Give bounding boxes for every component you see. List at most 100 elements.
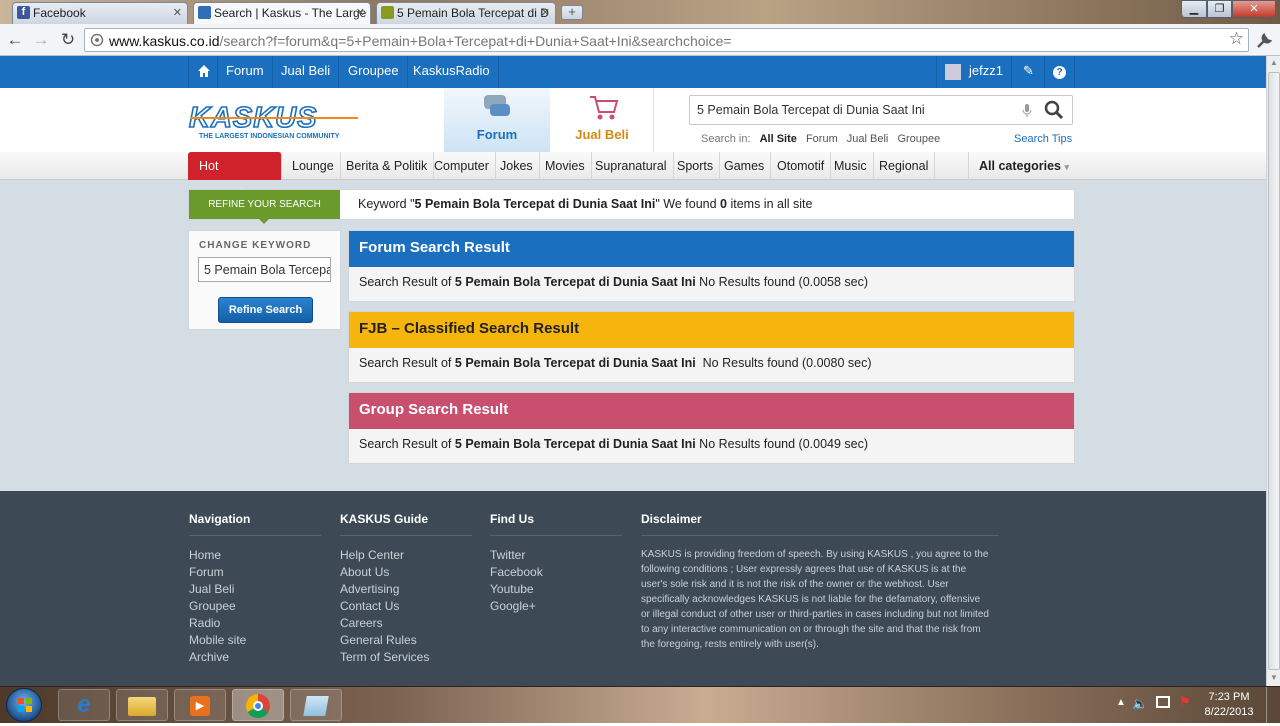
kaskus-logo[interactable]: KASKUS THE LARGEST INDONESIAN COMMUNITY <box>188 102 359 143</box>
network-icon[interactable] <box>1156 696 1170 708</box>
footer-link-groupee[interactable]: Groupee <box>189 598 246 615</box>
back-arrow-icon[interactable]: ← <box>5 30 25 50</box>
footer-link-contact-us[interactable]: Contact Us <box>340 598 429 615</box>
close-tab-icon[interactable]: ✕ <box>541 3 550 23</box>
close-tab-icon[interactable]: ✕ <box>356 3 365 23</box>
footer-link-forum[interactable]: Forum <box>189 564 246 581</box>
taskbar-chrome[interactable] <box>232 689 284 721</box>
jualbeli-tab[interactable]: Jual Beli <box>550 88 654 152</box>
reload-icon[interactable]: ↻ <box>58 30 78 50</box>
media-player-icon: ▶ <box>190 696 210 716</box>
main-search-input[interactable]: 5 Pemain Bola Tercepat di Dunia Saat Ini <box>697 103 925 117</box>
summary-count: 0 <box>720 197 727 211</box>
folder-icon <box>128 697 156 716</box>
hot-categories-tab[interactable]: Hot categories <box>188 152 282 201</box>
summary-suffix: items in all site <box>726 197 813 211</box>
search-in-forum[interactable]: Forum <box>806 133 838 145</box>
category-supranatural[interactable]: Supranatural <box>589 152 674 180</box>
footer-divider <box>340 535 472 536</box>
search-tips-link[interactable]: Search Tips <box>1014 133 1072 145</box>
new-tab-button[interactable]: + <box>561 5 583 20</box>
shopping-cart-icon <box>590 96 619 120</box>
search-in-jual-beli[interactable]: Jual Beli <box>847 133 889 145</box>
footer-link-archive[interactable]: Archive <box>189 649 246 666</box>
forward-arrow-icon[interactable]: → <box>31 30 51 50</box>
close-window-button[interactable]: ✕ <box>1232 0 1276 18</box>
category-regional[interactable]: Regional <box>873 152 936 180</box>
system-clock[interactable]: 7:23 PM 8/22/2013 <box>1198 690 1260 720</box>
wrench-menu-icon[interactable] <box>1255 32 1273 50</box>
topnav-kaskusradio[interactable]: KaskusRadio <box>405 56 499 88</box>
address-bar[interactable]: www.kaskus.co.id/search?f=forum&q=5+Pema… <box>84 28 1249 52</box>
tab-article[interactable]: 5 Pemain Bola Tercepat di D ✕ <box>376 2 556 24</box>
category-games[interactable]: Games <box>718 152 772 180</box>
search-icon[interactable] <box>1044 100 1064 120</box>
footer-link-help-center[interactable]: Help Center <box>340 547 429 564</box>
help-icon[interactable]: ? <box>1045 56 1075 88</box>
taskbar-notepad[interactable] <box>290 689 342 721</box>
user-menu[interactable]: jefzz1 <box>936 56 1012 88</box>
tab-kaskus-search[interactable]: Search | Kaskus - The Large ✕ <box>193 2 371 25</box>
taskbar-media-player[interactable]: ▶ <box>174 689 226 721</box>
refine-your-search-tab[interactable]: REFINE YOUR SEARCH <box>189 190 340 219</box>
footer-link-mobile-site[interactable]: Mobile site <box>189 632 246 649</box>
search-in-groupee[interactable]: Groupee <box>897 133 940 145</box>
footer-link-careers[interactable]: Careers <box>340 615 429 632</box>
action-center-flag-icon[interactable]: ⚑ <box>1179 694 1191 710</box>
maximize-button[interactable]: ❐ <box>1207 0 1232 18</box>
topnav-groupee[interactable]: Groupee <box>340 56 408 88</box>
category-berita-politik[interactable]: Berita & Politik <box>340 152 435 180</box>
refine-search-button[interactable]: Refine Search <box>218 297 313 323</box>
footer-link-facebook[interactable]: Facebook <box>490 564 543 581</box>
footer-link-advertising[interactable]: Advertising <box>340 581 429 598</box>
main-search-box[interactable]: 5 Pemain Bola Tercepat di Dunia Saat Ini <box>689 95 1073 125</box>
footer-link-radio[interactable]: Radio <box>189 615 246 632</box>
footer-link-jual-beli[interactable]: Jual Beli <box>189 581 246 598</box>
show-hidden-icons-icon[interactable]: ▲ <box>1116 697 1126 708</box>
tab-facebook[interactable]: f Facebook ✕ <box>12 2 188 24</box>
change-keyword-input[interactable] <box>198 257 331 282</box>
footer-link-google-plus[interactable]: Google+ <box>490 598 543 615</box>
start-button[interactable] <box>6 688 42 722</box>
footer-link-term-of-services[interactable]: Term of Services <box>340 649 429 666</box>
show-desktop-button[interactable] <box>1266 687 1280 723</box>
topnav-forum[interactable]: Forum <box>218 56 273 88</box>
home-button[interactable] <box>188 56 218 88</box>
footer-link-youtube[interactable]: Youtube <box>490 581 543 598</box>
group-result-line: Search Result of 5 Pemain Bola Tercepat … <box>359 437 868 451</box>
all-categories-dropdown[interactable]: All categories ▾ <box>968 152 1075 180</box>
taskbar-internet-explorer[interactable]: e <box>58 689 110 721</box>
footer-link-about-us[interactable]: About Us <box>340 564 429 581</box>
category-sports[interactable]: Sports <box>671 152 721 180</box>
bookmark-star-icon[interactable]: ☆ <box>1229 29 1244 49</box>
category-movies[interactable]: Movies <box>539 152 592 180</box>
minimize-button[interactable]: ▁ <box>1181 0 1207 18</box>
taskbar-file-explorer[interactable] <box>116 689 168 721</box>
category-jokes[interactable]: Jokes <box>494 152 540 180</box>
scrollbar-thumb[interactable] <box>1268 72 1280 670</box>
volume-icon[interactable]: 🔈 <box>1132 696 1148 712</box>
topnav-jual-beli[interactable]: Jual Beli <box>273 56 340 88</box>
scroll-up-arrow-icon[interactable]: ▲ <box>1269 58 1279 68</box>
vertical-scrollbar[interactable]: ▲ ▼ <box>1266 56 1280 686</box>
footer-link-twitter[interactable]: Twitter <box>490 547 543 564</box>
search-in-all-site[interactable]: All Site <box>760 133 797 145</box>
footer-link-general-rules[interactable]: General Rules <box>340 632 429 649</box>
forum-tab[interactable]: Forum <box>444 88 550 152</box>
edit-pencil-icon[interactable]: ✎ <box>1013 56 1045 88</box>
disclaimer-line: following conditions ; User expressly ag… <box>641 564 967 575</box>
microphone-icon[interactable] <box>1022 104 1032 118</box>
category-computer[interactable]: Computer <box>428 152 496 180</box>
url-domain: www.kaskus.co.id <box>109 33 220 49</box>
category-music[interactable]: Music <box>828 152 874 180</box>
scroll-down-arrow-icon[interactable]: ▼ <box>1269 673 1279 683</box>
tab-title: 5 Pemain Bola Tercepat di D <box>397 6 549 20</box>
disclaimer-line: or illegal conduct of other user or thir… <box>641 609 989 620</box>
result-prefix: Search Result of <box>359 356 455 370</box>
close-tab-icon[interactable]: ✕ <box>173 3 182 23</box>
category-lounge[interactable]: Lounge <box>286 152 341 180</box>
footer-link-home[interactable]: Home <box>189 547 246 564</box>
result-status: No Results found (0.0049 sec) <box>695 437 869 451</box>
kaskus-favicon-icon <box>198 6 211 19</box>
category-otomotif[interactable]: Otomotif <box>771 152 832 180</box>
